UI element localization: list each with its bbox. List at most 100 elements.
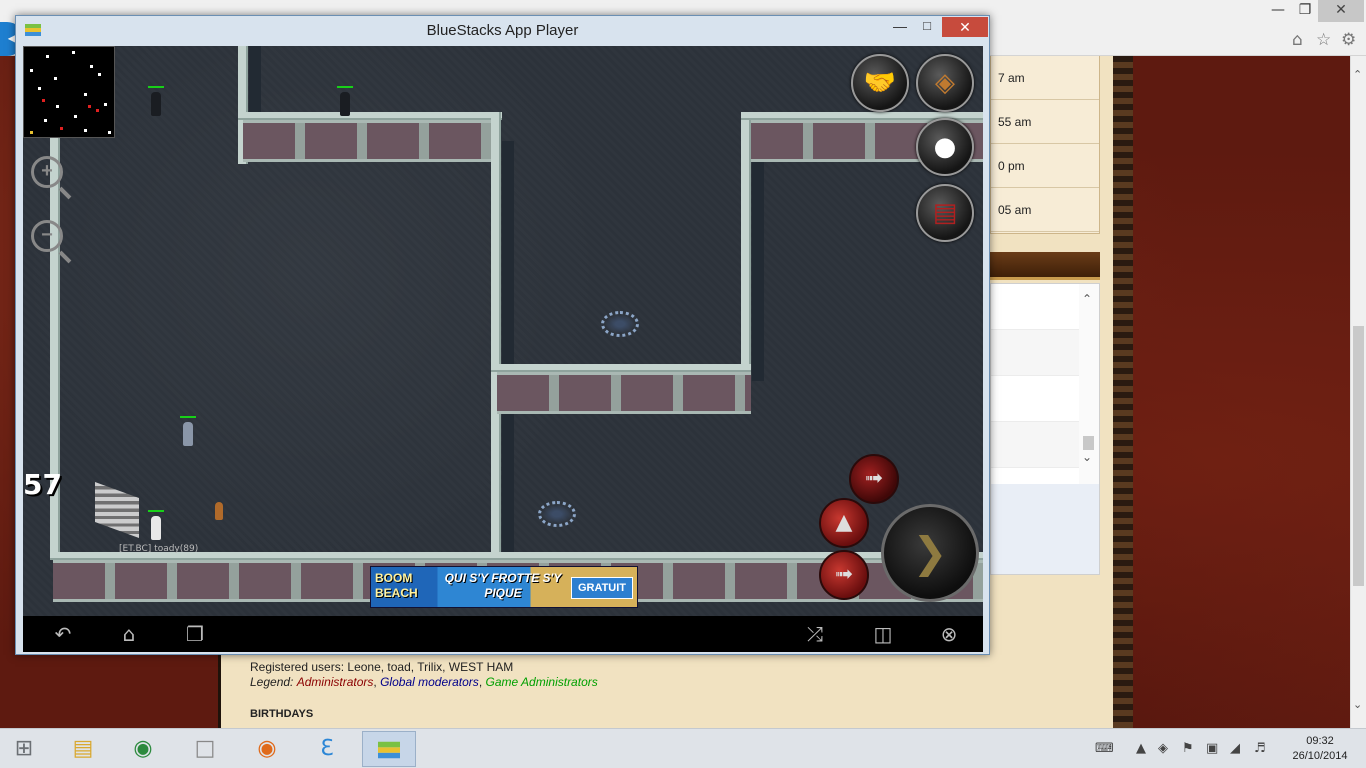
speech-bubble-icon[interactable]: ● bbox=[916, 118, 974, 176]
handshake-icon[interactable]: 🤝 bbox=[851, 54, 909, 112]
birthdays-heading: BIRTHDAYS bbox=[250, 708, 314, 720]
bow-attack-icon[interactable]: ❯ bbox=[881, 504, 979, 602]
flag-icon[interactable]: ⚑ bbox=[1182, 741, 1194, 756]
restore-icon[interactable]: □ bbox=[914, 18, 940, 38]
keyboard-icon[interactable]: ⌨ bbox=[1095, 741, 1114, 756]
pet-companion[interactable] bbox=[215, 502, 223, 520]
health-bar bbox=[337, 86, 353, 88]
circle-x-icon[interactable]: ⊗ bbox=[929, 620, 969, 648]
wall-shadow bbox=[249, 46, 261, 114]
side-panel-scrollbar[interactable]: ⌃ ⌄ bbox=[1079, 284, 1099, 484]
teleport-portal[interactable] bbox=[538, 501, 576, 527]
book-icon[interactable]: ▤ bbox=[916, 184, 974, 242]
browser-restore-icon[interactable]: ❐ bbox=[1290, 0, 1320, 22]
recent-apps-icon[interactable]: ❐ bbox=[175, 620, 215, 648]
monster[interactable] bbox=[148, 86, 164, 116]
legend-game-administrators[interactable]: Game Administrators bbox=[485, 675, 597, 689]
show-hidden-icons-icon[interactable]: ▲ bbox=[1136, 741, 1146, 756]
volume-icon[interactable]: ♬ bbox=[1254, 741, 1266, 756]
legend-administrators[interactable]: Administrators bbox=[297, 675, 374, 689]
chevron-down-icon[interactable]: ⌄ bbox=[1082, 450, 1092, 464]
ad-cta-button[interactable]: GRATUIT bbox=[571, 577, 633, 599]
star-icon[interactable]: ☆ bbox=[1316, 30, 1331, 50]
minimap-marker bbox=[56, 105, 59, 108]
chevron-up-icon[interactable]: ⌃ bbox=[1353, 68, 1362, 81]
monster-sprite bbox=[183, 422, 193, 446]
browser-minimize-icon[interactable]: — bbox=[1263, 0, 1293, 22]
gear-icon[interactable]: ⚙ bbox=[1341, 30, 1356, 50]
monster[interactable] bbox=[180, 416, 196, 446]
minimap-enemy-marker bbox=[96, 109, 99, 112]
bluestacks-titlebar[interactable]: BlueStacks App Player — □ ✕ bbox=[16, 16, 989, 46]
wall-shadow bbox=[752, 151, 764, 381]
skill-arrows-icon[interactable]: ➟ bbox=[849, 454, 899, 504]
dungeon-wall bbox=[238, 112, 502, 120]
post-time: 55 am bbox=[991, 100, 1099, 144]
monster[interactable] bbox=[337, 86, 353, 116]
side-panel-header bbox=[990, 252, 1100, 280]
chrome-icon[interactable]: ◉ bbox=[116, 731, 170, 767]
recent-posts-panel: 7 am 55 am 0 pm 05 am bbox=[990, 56, 1100, 234]
windows-taskbar: ⊞ ▤ ◉ □ ◉ ℇ ⌨ ▲ ◈ ⚑ ▣ ◢ ♬ 09:32 26/10/20… bbox=[0, 728, 1366, 768]
minimap-marker bbox=[54, 77, 57, 80]
network-shield-icon[interactable]: ◈ bbox=[1158, 741, 1168, 756]
zoom-out-icon[interactable]: − bbox=[31, 220, 63, 252]
post-time: 7 am bbox=[991, 56, 1099, 100]
post-time: 05 am bbox=[991, 188, 1099, 232]
scrollbar-thumb[interactable] bbox=[1083, 436, 1094, 450]
document-icon[interactable]: □ bbox=[178, 731, 232, 767]
legend-global-moderators[interactable]: Global moderators bbox=[380, 675, 479, 689]
browser-close-icon[interactable]: ✕ bbox=[1318, 0, 1364, 22]
skill-volley-icon[interactable]: ➟ bbox=[819, 550, 869, 600]
dungeon-wall bbox=[491, 112, 501, 556]
windows-start-icon[interactable]: ⊞ bbox=[0, 731, 48, 767]
system-clock[interactable]: 09:32 26/10/2014 bbox=[1280, 734, 1360, 764]
player-character[interactable] bbox=[148, 510, 164, 540]
back-arrow-icon[interactable]: ↶ bbox=[43, 620, 83, 648]
minimap[interactable] bbox=[23, 46, 115, 138]
file-explorer-icon[interactable]: ▤ bbox=[56, 731, 110, 767]
chevron-up-icon[interactable]: ⌃ bbox=[1082, 292, 1092, 306]
legend-row: Legend: Administrators, Global moderator… bbox=[250, 675, 1110, 689]
bluestacks-taskbar-icon[interactable] bbox=[362, 731, 416, 767]
zoom-in-icon[interactable]: + bbox=[31, 156, 63, 188]
ad-logo: BOOM BEACH bbox=[375, 571, 441, 601]
signal-icon[interactable]: ◢ bbox=[1230, 741, 1240, 756]
chevron-down-icon[interactable]: ⌄ bbox=[1353, 698, 1362, 711]
stairs[interactable] bbox=[95, 481, 139, 539]
android-home-icon[interactable]: ⌂ bbox=[109, 620, 149, 648]
player-sprite bbox=[151, 516, 161, 540]
minimize-icon[interactable]: — bbox=[886, 18, 914, 38]
minimap-marker bbox=[98, 73, 101, 76]
monster-sprite bbox=[340, 92, 350, 116]
firefox-icon[interactable]: ◉ bbox=[240, 731, 294, 767]
legend-label: Legend: bbox=[250, 675, 294, 689]
rotate-icon[interactable]: ◫ bbox=[863, 620, 903, 648]
clock-date: 26/10/2014 bbox=[1292, 750, 1348, 762]
forum-who-is-online: Registered users: Leone, toad, Trilix, W… bbox=[250, 660, 1110, 721]
android-navigation-bar: ↶ ⌂ ❐ ⤮ ◫ ⊗ bbox=[23, 616, 983, 652]
skill-fire-icon[interactable]: ▲ bbox=[819, 498, 869, 548]
share-icon[interactable]: ⤮ bbox=[795, 620, 835, 648]
ad-banner[interactable]: BOOM BEACH QUI S'Y FROTTE S'Y PIQUE GRAT… bbox=[370, 566, 638, 608]
player-level: 57 bbox=[23, 468, 62, 501]
battery-icon[interactable]: ▣ bbox=[1206, 741, 1218, 756]
bluestacks-window: BlueStacks App Player — □ ✕ [ET.BC] toad… bbox=[15, 15, 990, 655]
health-bar bbox=[148, 510, 164, 512]
registered-users-list: Leone, toad, Trilix, WEST HAM bbox=[347, 660, 514, 674]
game-viewport[interactable]: [ET.BC] toady(89) + − 57 🤝 ◈ ● ▤ ➟ ▲ ➟ ❯… bbox=[23, 46, 983, 616]
side-panel-footer bbox=[991, 484, 1099, 574]
browser-scrollbar[interactable]: ⌃ ⌄ bbox=[1350, 56, 1366, 728]
minimap-marker bbox=[84, 129, 87, 132]
ad-slogan: QUI S'Y FROTTE S'Y PIQUE bbox=[444, 571, 562, 600]
minimap-enemy-marker bbox=[88, 105, 91, 108]
minimap-marker bbox=[104, 103, 107, 106]
home-icon[interactable]: ⌂ bbox=[1292, 30, 1303, 50]
bag-icon[interactable]: ◈ bbox=[916, 54, 974, 112]
minimap-player-marker bbox=[30, 131, 33, 134]
dungeon-wall-face bbox=[243, 120, 495, 162]
scrollbar-thumb[interactable] bbox=[1353, 326, 1364, 586]
teleport-portal[interactable] bbox=[601, 311, 639, 337]
internet-explorer-icon[interactable]: ℇ bbox=[300, 731, 354, 767]
close-icon[interactable]: ✕ bbox=[942, 17, 988, 37]
